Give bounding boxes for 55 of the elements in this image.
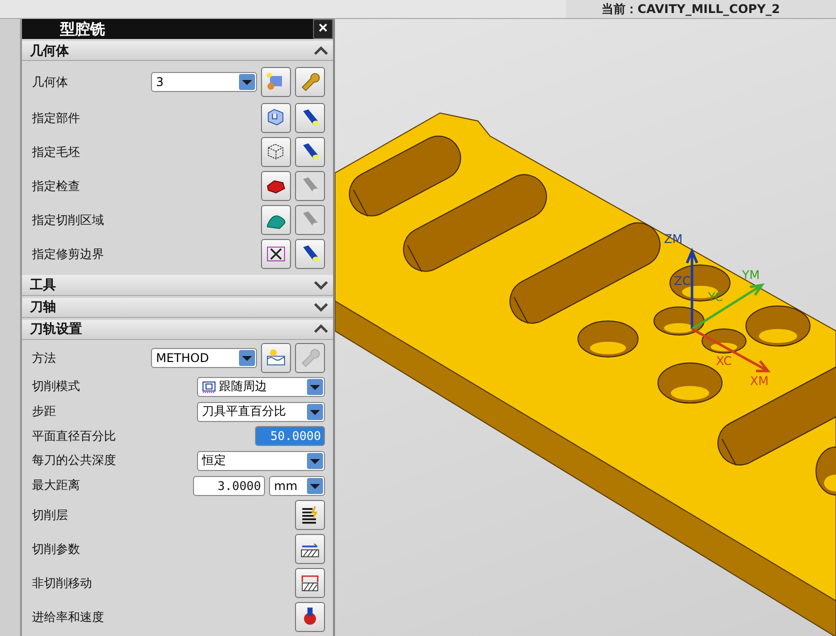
tool-button[interactable] [261, 239, 291, 270]
tool-button[interactable] [295, 602, 325, 632]
field-label: 方法 [32, 350, 56, 366]
field-label: 切削层 [32, 506, 68, 524]
tool-button[interactable] [261, 137, 291, 168]
section-header[interactable]: 工具 [22, 275, 333, 296]
field-label: 每刀的公共深度 [32, 452, 116, 469]
tool-button[interactable] [261, 343, 291, 373]
field-label: 最大距离 [32, 477, 80, 494]
tool-button[interactable] [261, 103, 291, 134]
tool-button[interactable] [295, 500, 325, 530]
field-label: 进给率和速度 [32, 608, 104, 626]
tool-button[interactable] [295, 568, 325, 598]
field-label: 切削模式 [32, 378, 80, 395]
field-label: 指定部件 [32, 110, 80, 127]
close-button[interactable]: × [313, 19, 333, 40]
field-label: 切削参数 [32, 540, 80, 558]
axis-label: XM [750, 374, 769, 388]
dropdown[interactable]: 3 [151, 72, 257, 92]
axis-label: ZC [674, 274, 691, 288]
field-label: 平面直径百分比 [32, 428, 116, 444]
number-field[interactable]: 50.0000 [255, 426, 325, 446]
field-label: 指定切削区域 [32, 212, 104, 229]
field-label: 非切削移动 [32, 574, 92, 592]
section-header[interactable]: 几何体 [22, 41, 333, 62]
dropdown[interactable]: 跟随周边 [197, 376, 325, 396]
collapse-chevron-icon [314, 324, 328, 334]
dialog-title: 型腔铣 [60, 20, 105, 39]
tool-button[interactable] [261, 171, 291, 202]
current-operation: 当前：CAVITY_MILL_COPY_2 [566, 0, 836, 18]
tool-button[interactable] [295, 137, 325, 168]
field-label: 几何体 [32, 74, 68, 91]
field-label: 指定检查 [32, 178, 80, 195]
dropdown[interactable]: METHOD [151, 348, 257, 368]
dropdown[interactable]: 恒定 [197, 450, 325, 470]
axis-label: YM [742, 268, 760, 282]
axis-label: ZM [664, 232, 683, 246]
number-field[interactable]: 3.0000 [193, 476, 265, 496]
section-header[interactable]: 刀轴 [22, 298, 333, 318]
dropdown[interactable]: 刀具平直百分比 [197, 402, 325, 422]
field-label: 步距 [32, 403, 56, 420]
expand-chevron-icon [314, 280, 328, 290]
tool-button[interactable] [295, 103, 325, 134]
field-label: 指定修剪边界 [32, 246, 104, 263]
tool-button[interactable] [295, 239, 325, 270]
collapse-chevron-icon [314, 46, 328, 56]
field-label: 指定毛坯 [32, 144, 80, 161]
section-header[interactable]: 刀轨设置 [22, 320, 333, 340]
expand-chevron-icon [314, 302, 328, 312]
tool-button[interactable] [261, 205, 291, 236]
axis-label: XC [716, 354, 732, 368]
axis-label: YC [708, 290, 724, 304]
pattern-icon [202, 380, 216, 392]
unit-dropdown[interactable]: mm [269, 476, 325, 496]
tool-button[interactable] [295, 534, 325, 564]
